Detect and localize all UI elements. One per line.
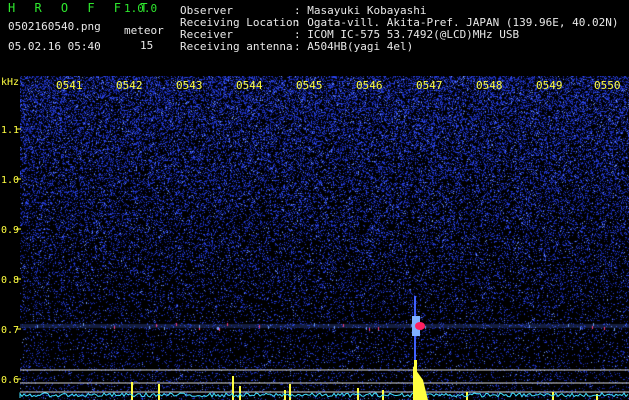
freq-tick-label: 0.6	[1, 375, 19, 386]
meteor-count: 15	[140, 39, 154, 52]
echo-trail	[414, 360, 417, 400]
time-tick-label: 0546	[356, 79, 383, 92]
signal-trace	[19, 391, 629, 398]
mode-label: meteor	[124, 24, 164, 37]
header-panel: H R O F F T 1.0.0 0502160540.png meteor …	[0, 0, 629, 76]
time-tick-label: 0543	[176, 79, 203, 92]
meteor-echo	[412, 296, 428, 400]
freq-tick-label: 1.0	[1, 175, 19, 186]
time-tick-label: 0545	[296, 79, 323, 92]
freq-tick-label: 0.9	[1, 225, 19, 236]
freq-tick-label: 0.8	[1, 275, 19, 286]
time-tick-label: 0544	[236, 79, 263, 92]
freq-unit-label: kHz	[1, 77, 19, 88]
spectrogram-panel: kHz 0541 0542 0543 0544 0545 0546 0547 0…	[0, 76, 629, 400]
antenna-label: Receiving antenna	[180, 40, 293, 53]
axis-ticks	[16, 128, 21, 380]
reference-lines	[20, 369, 629, 393]
echo-head	[415, 322, 425, 330]
time-tick-label: 0541	[56, 79, 83, 92]
time-tick-label: 0542	[116, 79, 143, 92]
signal-spike	[131, 382, 133, 400]
time-tick-label: 0549	[536, 79, 563, 92]
time-tick-label: 0550	[594, 79, 621, 92]
antenna-value: : A504HB(yagi 4el)	[294, 40, 414, 53]
spectrogram-overlay: kHz 0541 0542 0543 0544 0545 0546 0547 0…	[1, 77, 629, 400]
time-tick-label: 0548	[476, 79, 503, 92]
file-name: 0502160540.png	[8, 20, 101, 33]
time-tick-label: 0547	[416, 79, 443, 92]
signal-spike	[289, 384, 291, 400]
app-version: 1.0.0	[124, 2, 158, 15]
freq-tick-label: 0.7	[1, 325, 19, 336]
capture-datetime: 05.02.16 05:40	[8, 40, 101, 53]
freq-tick-label: 1.1	[1, 125, 19, 136]
signal-spike	[158, 384, 160, 400]
